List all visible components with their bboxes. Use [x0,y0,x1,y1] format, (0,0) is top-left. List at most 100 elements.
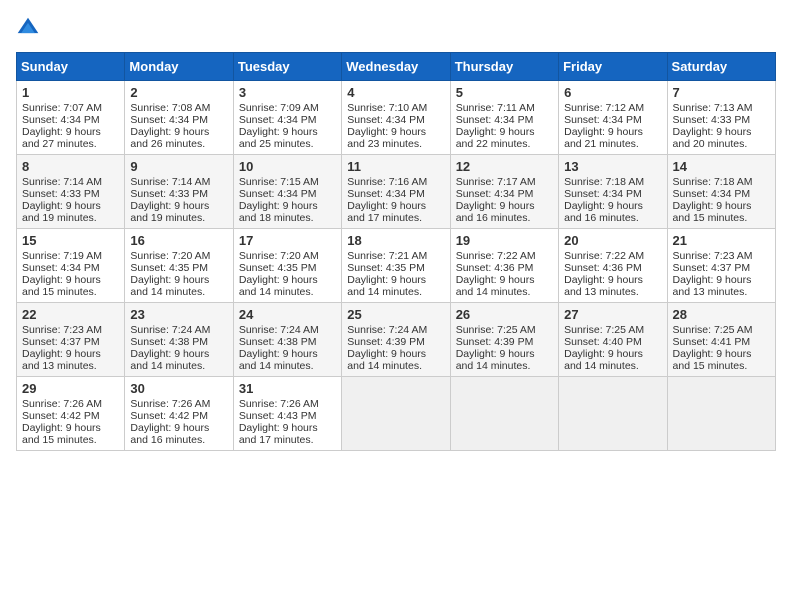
day-info-line: Sunset: 4:40 PM [564,336,661,348]
calendar-cell: 29Sunrise: 7:26 AMSunset: 4:42 PMDayligh… [17,377,125,451]
calendar-cell: 17Sunrise: 7:20 AMSunset: 4:35 PMDayligh… [233,229,341,303]
day-number: 18 [347,233,444,248]
day-info-line: and 22 minutes. [456,138,553,150]
day-info-line: Daylight: 9 hours [130,274,227,286]
day-info-line: Sunrise: 7:19 AM [22,250,119,262]
calendar-cell: 16Sunrise: 7:20 AMSunset: 4:35 PMDayligh… [125,229,233,303]
calendar-cell: 23Sunrise: 7:24 AMSunset: 4:38 PMDayligh… [125,303,233,377]
day-info-line: and 17 minutes. [347,212,444,224]
day-info-line: and 14 minutes. [564,360,661,372]
day-info-line: Daylight: 9 hours [456,274,553,286]
day-info-line: and 14 minutes. [456,286,553,298]
day-info-line: Sunrise: 7:24 AM [347,324,444,336]
calendar-cell: 11Sunrise: 7:16 AMSunset: 4:34 PMDayligh… [342,155,450,229]
day-info-line: and 16 minutes. [130,434,227,446]
day-info-line: Daylight: 9 hours [239,422,336,434]
day-info-line: Sunrise: 7:12 AM [564,102,661,114]
day-info-line: Sunset: 4:34 PM [130,114,227,126]
calendar-cell: 25Sunrise: 7:24 AMSunset: 4:39 PMDayligh… [342,303,450,377]
day-info-line: Daylight: 9 hours [22,422,119,434]
calendar-cell: 3Sunrise: 7:09 AMSunset: 4:34 PMDaylight… [233,81,341,155]
day-info-line: Sunrise: 7:16 AM [347,176,444,188]
day-info-line: and 17 minutes. [239,434,336,446]
day-info-line: and 16 minutes. [456,212,553,224]
day-info-line: and 14 minutes. [130,286,227,298]
day-info-line: Sunrise: 7:07 AM [22,102,119,114]
day-info-line: Daylight: 9 hours [239,200,336,212]
day-number: 12 [456,159,553,174]
day-info-line: Sunset: 4:38 PM [239,336,336,348]
day-number: 28 [673,307,770,322]
day-info-line: Daylight: 9 hours [347,348,444,360]
day-info-line: Sunset: 4:42 PM [22,410,119,422]
weekday-header-thursday: Thursday [450,53,558,81]
day-info-line: Sunrise: 7:23 AM [22,324,119,336]
day-info-line: Sunrise: 7:18 AM [673,176,770,188]
calendar-cell [667,377,775,451]
day-info-line: Daylight: 9 hours [22,274,119,286]
day-info-line: and 16 minutes. [564,212,661,224]
day-info-line: and 14 minutes. [347,286,444,298]
day-info-line: Sunset: 4:33 PM [673,114,770,126]
day-info-line: Sunset: 4:34 PM [456,188,553,200]
day-info-line: and 15 minutes. [22,434,119,446]
day-info-line: Sunrise: 7:20 AM [130,250,227,262]
day-info-line: Daylight: 9 hours [673,200,770,212]
day-info-line: Sunset: 4:34 PM [347,188,444,200]
day-info-line: and 21 minutes. [564,138,661,150]
calendar-cell: 1Sunrise: 7:07 AMSunset: 4:34 PMDaylight… [17,81,125,155]
day-number: 11 [347,159,444,174]
day-info-line: Sunset: 4:39 PM [347,336,444,348]
day-info-line: Sunset: 4:34 PM [347,114,444,126]
calendar-cell: 4Sunrise: 7:10 AMSunset: 4:34 PMDaylight… [342,81,450,155]
day-info-line: Sunset: 4:34 PM [239,188,336,200]
calendar-cell: 10Sunrise: 7:15 AMSunset: 4:34 PMDayligh… [233,155,341,229]
day-info-line: and 15 minutes. [673,212,770,224]
day-info-line: Sunrise: 7:26 AM [130,398,227,410]
day-info-line: Sunrise: 7:14 AM [130,176,227,188]
day-info-line: Sunrise: 7:23 AM [673,250,770,262]
calendar-cell: 6Sunrise: 7:12 AMSunset: 4:34 PMDaylight… [559,81,667,155]
day-number: 22 [22,307,119,322]
day-info-line: Daylight: 9 hours [673,348,770,360]
logo-icon [16,16,40,40]
day-info-line: Sunrise: 7:25 AM [673,324,770,336]
day-info-line: Daylight: 9 hours [564,274,661,286]
day-info-line: Daylight: 9 hours [564,348,661,360]
calendar-cell: 31Sunrise: 7:26 AMSunset: 4:43 PMDayligh… [233,377,341,451]
calendar-cell [559,377,667,451]
day-info-line: Sunrise: 7:10 AM [347,102,444,114]
day-info-line: Sunset: 4:36 PM [456,262,553,274]
day-info-line: Daylight: 9 hours [239,348,336,360]
day-info-line: Sunset: 4:42 PM [130,410,227,422]
calendar-cell: 15Sunrise: 7:19 AMSunset: 4:34 PMDayligh… [17,229,125,303]
day-info-line: and 19 minutes. [130,212,227,224]
day-info-line: Daylight: 9 hours [564,200,661,212]
calendar-cell: 9Sunrise: 7:14 AMSunset: 4:33 PMDaylight… [125,155,233,229]
day-info-line: Sunset: 4:34 PM [456,114,553,126]
day-info-line: Daylight: 9 hours [239,274,336,286]
day-info-line: and 14 minutes. [130,360,227,372]
day-number: 29 [22,381,119,396]
day-number: 2 [130,85,227,100]
day-info-line: Sunset: 4:34 PM [239,114,336,126]
calendar-week-5: 29Sunrise: 7:26 AMSunset: 4:42 PMDayligh… [17,377,776,451]
day-number: 14 [673,159,770,174]
day-number: 16 [130,233,227,248]
day-number: 17 [239,233,336,248]
calendar-week-4: 22Sunrise: 7:23 AMSunset: 4:37 PMDayligh… [17,303,776,377]
day-number: 27 [564,307,661,322]
calendar-cell: 7Sunrise: 7:13 AMSunset: 4:33 PMDaylight… [667,81,775,155]
day-info-line: and 18 minutes. [239,212,336,224]
calendar-cell: 21Sunrise: 7:23 AMSunset: 4:37 PMDayligh… [667,229,775,303]
day-info-line: Daylight: 9 hours [673,126,770,138]
weekday-header-wednesday: Wednesday [342,53,450,81]
day-info-line: Sunrise: 7:24 AM [239,324,336,336]
day-number: 7 [673,85,770,100]
day-info-line: Sunrise: 7:21 AM [347,250,444,262]
day-number: 6 [564,85,661,100]
day-info-line: and 15 minutes. [673,360,770,372]
calendar-cell: 24Sunrise: 7:24 AMSunset: 4:38 PMDayligh… [233,303,341,377]
day-info-line: Sunrise: 7:22 AM [564,250,661,262]
calendar-cell: 5Sunrise: 7:11 AMSunset: 4:34 PMDaylight… [450,81,558,155]
